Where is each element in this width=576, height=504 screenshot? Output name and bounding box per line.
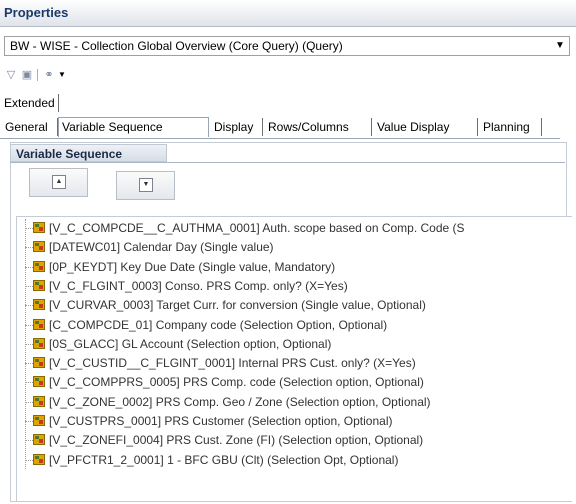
tab-divider [0, 138, 560, 139]
tree-branch [25, 285, 33, 287]
variable-label: [V_CUSTPRS_0001] PRS Customer (Selection… [49, 414, 393, 428]
variable-label: [0P_KEYDT] Key Due Date (Single value, M… [49, 259, 336, 274]
variable-icon [33, 434, 45, 446]
tree-branch [25, 324, 33, 326]
variable-icon [33, 318, 45, 330]
tab-display[interactable]: Display [211, 118, 263, 136]
panel-title: Variable Sequence [16, 147, 123, 161]
tree-branch [25, 382, 33, 384]
variable-label: [V_C_COMPPRS_0005] PRS Comp. code (Selec… [49, 375, 424, 390]
arrow-up-icon: ▲ [52, 175, 66, 189]
tab-rows-columns[interactable]: Rows/Columns [265, 118, 372, 136]
query-select-value: BW - WISE - Collection Global Overview (… [10, 39, 343, 53]
variable-icon [33, 260, 45, 272]
tree-branch [25, 363, 33, 365]
tree-branch [25, 440, 33, 442]
tab-row-main: General Variable Sequence Display Rows/Colu… [0, 117, 576, 138]
variable-icon [33, 415, 45, 426]
variable-icon [33, 241, 45, 253]
variable-icon [33, 222, 45, 233]
save-icon[interactable]: ▣ [20, 68, 34, 82]
query-select[interactable]: BW - WISE - Collection Global Overview (… [4, 36, 570, 56]
tab-variable-sequence[interactable]: Variable Sequence [58, 117, 209, 137]
tab-general[interactable]: General [2, 118, 58, 136]
variable-label: [V_C_FLGINT_0003] Conso. PRS Comp. only?… [49, 278, 348, 293]
variable-icon [33, 299, 45, 311]
variable-icon [33, 376, 45, 388]
arrow-down-icon: ▼ [139, 178, 153, 192]
dropdown-arrow-icon[interactable]: ▼ [55, 68, 69, 82]
variable-icon [33, 337, 45, 349]
panel-header: Variable Sequence [10, 144, 167, 162]
tab-planning[interactable]: Planning [480, 118, 542, 136]
link-icon[interactable]: ⚭ [42, 68, 56, 82]
variable-label: [V_C_ZONE_0002] PRS Comp. Geo / Zone (Se… [49, 394, 431, 409]
variable-icon [33, 395, 45, 407]
variable-label: [V_C_COMPCDE__C_AUTHMA_0001] Auth. scope… [49, 221, 465, 235]
move-up-button[interactable]: ▲ [29, 168, 88, 197]
tree-branch [25, 401, 33, 403]
tree-branch [25, 266, 33, 268]
variable-label: [DATEWC01] Calendar Day (Single value) [49, 240, 274, 255]
variable-label: [0S_GLACC] GL Account (Selection option,… [49, 336, 332, 351]
variable-label: [V_C_ZONEFI_0004] PRS Cust. Zone (FI) (S… [49, 433, 424, 448]
variable-label: [V_PFCTR1_2_0001] 1 - BFC GBU (Clt) (Sel… [49, 452, 399, 467]
filter-icon[interactable]: ▽ [4, 68, 18, 82]
variable-icon [33, 453, 45, 465]
variable-icon [33, 279, 45, 291]
properties-title-bar: Properties [0, 0, 576, 27]
tree-branch [25, 421, 33, 422]
tree-branch [25, 247, 33, 249]
tree-branch [25, 228, 33, 229]
variable-label: [V_C_CUSTID__C_FLGINT_0001] Internal PRS… [49, 356, 416, 371]
window-title: Properties [4, 5, 69, 20]
move-down-button[interactable]: ▼ [116, 171, 175, 200]
variable-icon [33, 357, 45, 369]
tree-branch [25, 343, 33, 345]
variable-list[interactable]: [V_C_COMPCDE__C_AUTHMA_0001] Auth. scope… [16, 216, 572, 502]
toolbar-separator [37, 69, 38, 81]
variable-label: [C_COMPCDE_01] Company code (Selection O… [49, 317, 388, 332]
panel-header-rule [10, 162, 565, 163]
chevron-down-icon[interactable]: ▼ [551, 37, 569, 55]
tab-extended[interactable]: Extended [1, 94, 59, 112]
variable-label: [V_CURVAR_0003] Target Curr. for convers… [49, 298, 426, 313]
tree-branch [25, 305, 33, 307]
tab-value-display[interactable]: Value Display [374, 118, 478, 136]
tree-branch [25, 459, 33, 461]
